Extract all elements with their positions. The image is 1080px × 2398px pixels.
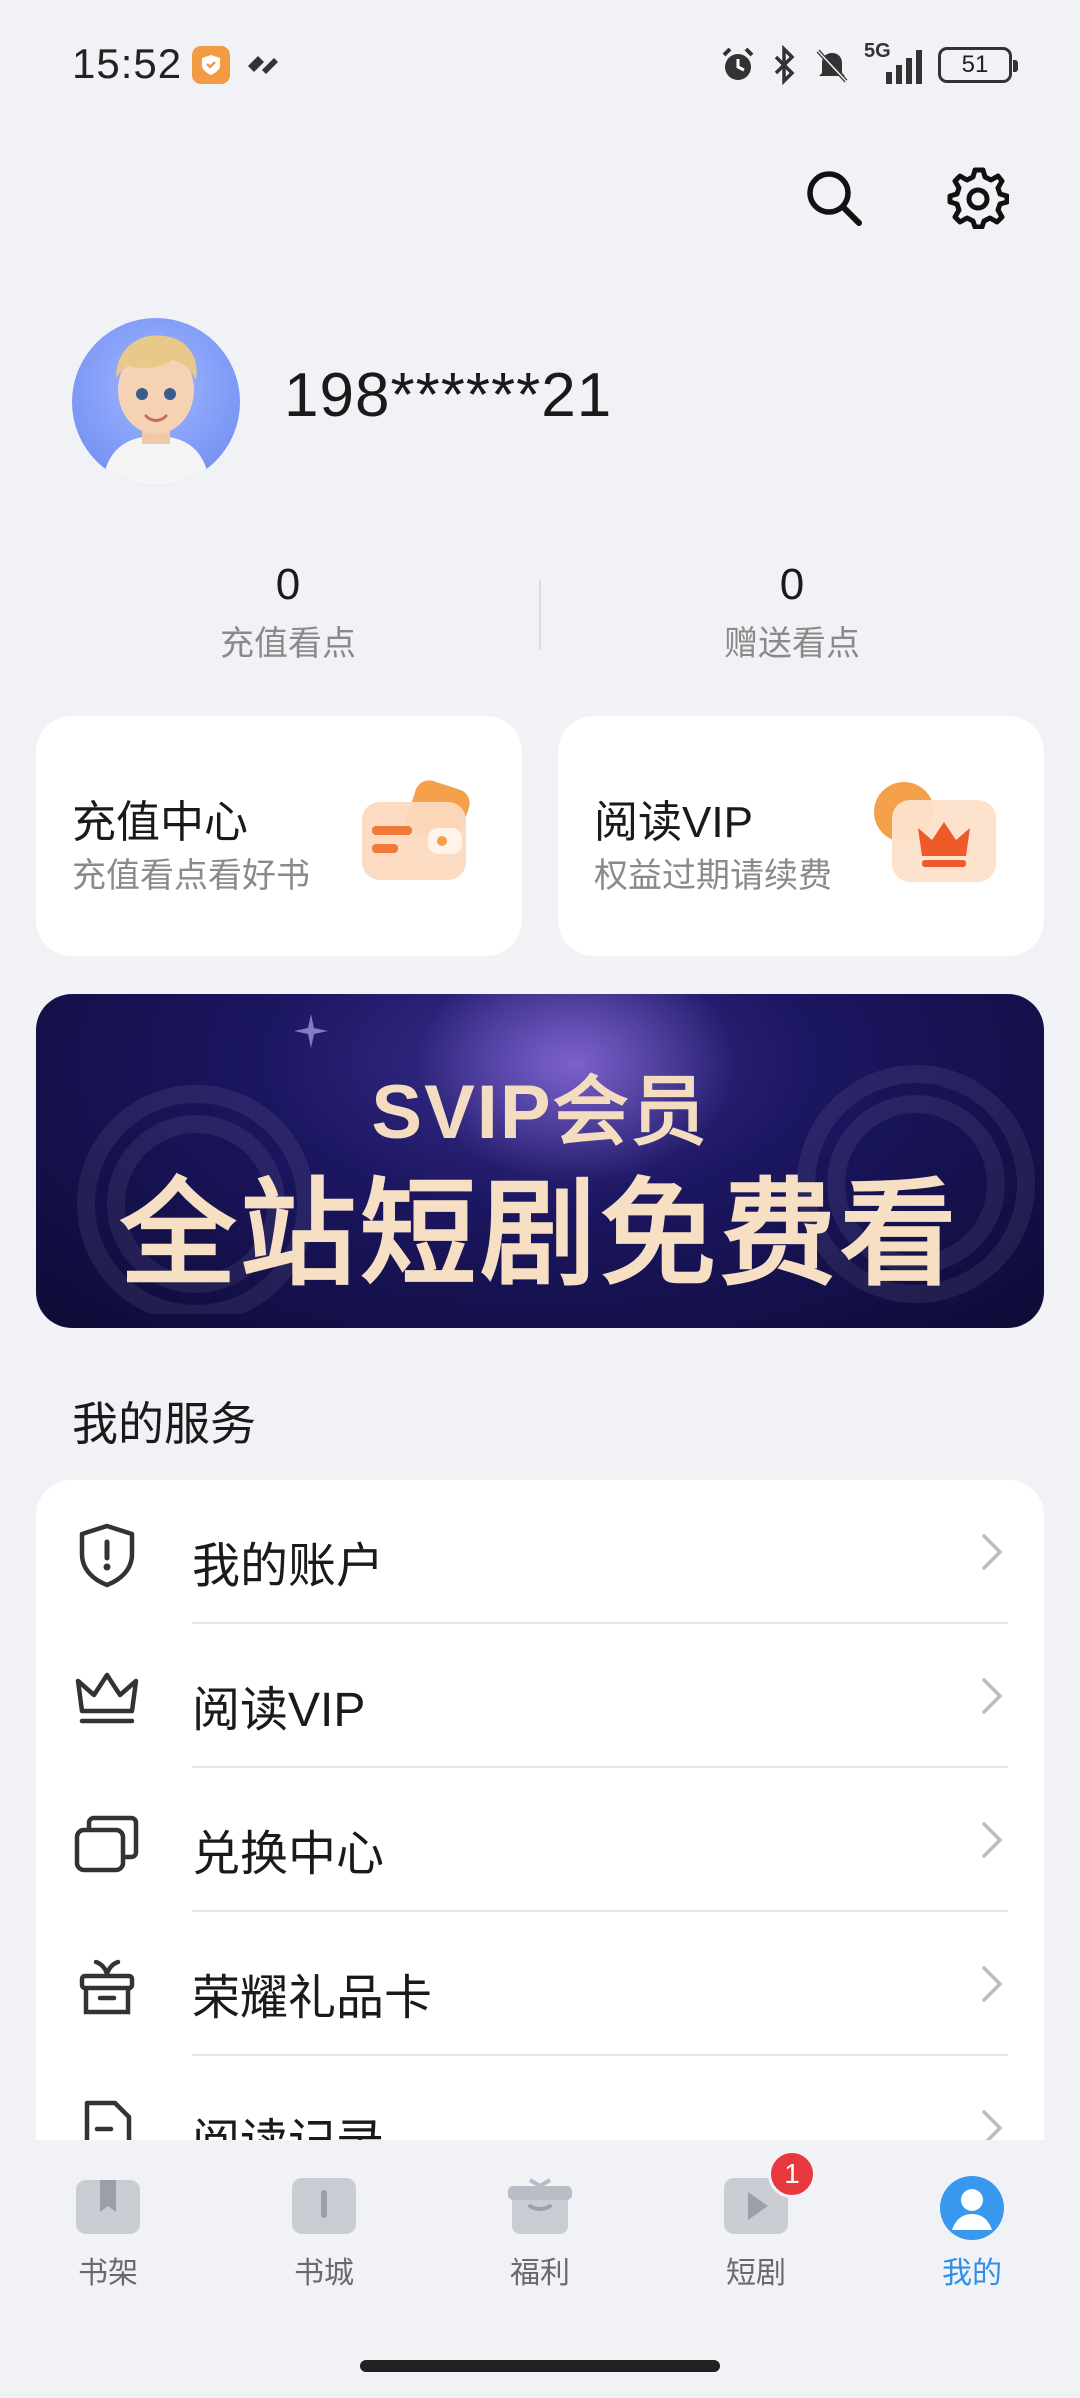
chevron-right-icon: [982, 1678, 1003, 1714]
search-icon: [807, 171, 862, 226]
status-bar: 15:52 5G 51: [0, 0, 1080, 130]
banner-subtitle: 全站短剧免费看: [120, 1169, 960, 1299]
svip-banner[interactable]: SVIP会员 全站短剧免费看: [36, 994, 1044, 1328]
service-label: 阅读记录: [192, 2102, 384, 2140]
wallet-icon: [362, 780, 470, 880]
shield-alert-icon: [79, 1523, 135, 1588]
gear-icon: [947, 167, 1009, 229]
recharge-center-card[interactable]: 充值中心 充值看点看好书: [36, 716, 522, 956]
search-button[interactable]: [798, 162, 870, 234]
chevron-right-icon: [982, 1966, 1003, 2002]
reading-vip-title: 阅读VIP: [594, 798, 753, 847]
gift-points[interactable]: 0 赠送看点: [592, 560, 992, 665]
points-divider: [539, 580, 541, 650]
chevron-right-icon: [982, 2110, 1003, 2140]
tab-label: 书城: [294, 2257, 354, 2290]
service-label: 兑换中心: [192, 1828, 385, 1881]
alarm-icon: [722, 47, 754, 80]
status-icons: 5G 51: [718, 40, 1018, 86]
tab-bookstore[interactable]: 书城: [244, 2174, 404, 2292]
book-icon: [292, 2178, 356, 2234]
service-reading-history[interactable]: 阅读记录: [36, 2056, 1044, 2140]
bluetooth-icon: [774, 45, 795, 85]
app-notification-icon-2: [244, 48, 282, 87]
avatar[interactable]: [72, 318, 240, 486]
reading-vip-subtitle: 权益过期请续费: [594, 857, 832, 895]
cards-icon: [74, 1815, 139, 1873]
recharge-points[interactable]: 0 充值看点: [88, 560, 488, 665]
service-label: 阅读VIP: [192, 1684, 366, 1737]
service-exchange-center[interactable]: 兑换中心: [36, 1768, 1044, 1912]
service-label: 荣耀礼品卡: [192, 1972, 433, 2025]
profile-icon: [940, 2176, 1004, 2240]
services-list: 我的账户 阅读VIP 兑换中心 荣耀礼品卡 阅读记录: [36, 1480, 1044, 2140]
service-gift-card[interactable]: 荣耀礼品卡: [36, 1912, 1044, 2056]
document-icon: [84, 2100, 132, 2140]
chevron-right-icon: [982, 1534, 1003, 1570]
vip-crown-icon: [874, 782, 996, 882]
points-summary: 0 充值看点 0 赠送看点: [0, 560, 1080, 680]
sparkle-icon: [294, 1014, 328, 1048]
tab-label: 书架: [78, 2257, 138, 2290]
gift-points-value: 0: [779, 560, 805, 609]
tab-label: 福利: [510, 2257, 570, 2290]
tab-label: 短剧: [726, 2257, 786, 2290]
tab-short-drama[interactable]: 1 短剧: [676, 2150, 836, 2292]
signal-icon: 5G: [864, 40, 926, 86]
username[interactable]: 198******21: [284, 360, 612, 431]
recharge-points-label: 充值看点: [220, 625, 356, 663]
mute-icon: [816, 49, 848, 83]
gift-points-label: 赠送看点: [724, 625, 860, 663]
recharge-center-title: 充值中心: [72, 798, 248, 847]
crown-icon: [75, 1672, 139, 1724]
tab-bookshelf[interactable]: 书架: [28, 2174, 188, 2292]
services-title: 我的服务: [72, 1398, 256, 1450]
recharge-points-value: 0: [275, 560, 301, 609]
notification-badge: 1: [768, 2150, 816, 2198]
gift-icon: [79, 1959, 135, 2015]
settings-button[interactable]: [942, 162, 1014, 234]
status-time: 15:52: [72, 40, 183, 87]
gift-box-icon: [508, 2178, 572, 2234]
service-label: 我的账户: [192, 1540, 385, 1593]
battery-icon: 51: [938, 47, 1018, 83]
recharge-center-subtitle: 充值看点看好书: [72, 857, 310, 895]
service-reading-vip[interactable]: 阅读VIP: [36, 1624, 1044, 1768]
service-my-account[interactable]: 我的账户: [36, 1480, 1044, 1624]
tab-welfare[interactable]: 福利: [460, 2174, 620, 2292]
tab-profile[interactable]: 我的: [892, 2174, 1052, 2292]
app-notification-icon: [192, 46, 230, 84]
battery-level: 51: [961, 51, 989, 78]
home-indicator[interactable]: [360, 2360, 720, 2372]
bookshelf-icon: [76, 2180, 140, 2234]
reading-vip-card[interactable]: 阅读VIP 权益过期请续费: [558, 716, 1044, 956]
chevron-right-icon: [982, 1822, 1003, 1858]
tab-label: 我的: [942, 2257, 1002, 2290]
